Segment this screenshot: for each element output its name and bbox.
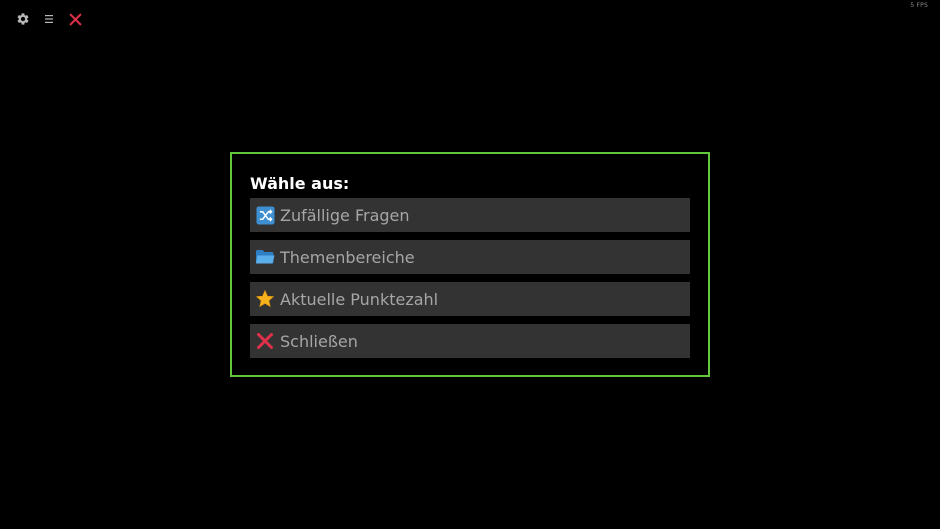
app-stage: 5 FPS Wähle aus: Zufällige Fragen Themen… <box>0 0 940 529</box>
menu-item-label: Themenbereiche <box>280 247 415 267</box>
choice-dialog: Wähle aus: Zufällige Fragen Themenbereic… <box>230 152 710 377</box>
menu-item-close[interactable]: Schließen <box>250 324 690 358</box>
menu-item-label: Aktuelle Punktezahl <box>280 289 439 309</box>
star-icon <box>255 289 275 309</box>
menu-button[interactable] <box>40 10 58 28</box>
settings-button[interactable] <box>14 10 32 28</box>
choice-menu: Zufällige Fragen Themenbereiche Aktuelle… <box>250 198 690 366</box>
close-app-button[interactable] <box>66 10 84 28</box>
shuffle-icon <box>255 205 275 225</box>
menu-item-current-score[interactable]: Aktuelle Punktezahl <box>250 282 690 316</box>
hamburger-menu-icon <box>45 15 53 23</box>
top-toolbar <box>14 10 84 28</box>
cross-icon <box>255 331 275 351</box>
folder-icon <box>255 247 275 267</box>
fps-counter: 5 FPS <box>910 2 928 9</box>
menu-item-topic-areas[interactable]: Themenbereiche <box>250 240 690 274</box>
dialog-title: Wähle aus: <box>250 174 350 193</box>
gear-icon <box>17 13 29 25</box>
menu-item-label: Zufällige Fragen <box>280 205 410 225</box>
close-icon <box>69 13 81 25</box>
menu-item-random-questions[interactable]: Zufällige Fragen <box>250 198 690 232</box>
menu-item-label: Schließen <box>280 331 358 351</box>
